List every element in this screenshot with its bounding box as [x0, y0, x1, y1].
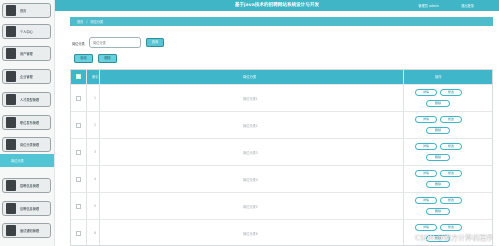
row-checkbox[interactable] — [76, 231, 81, 236]
row-category-name: 岗位分类1 — [243, 97, 258, 101]
column-header-actions: 操作 — [435, 75, 442, 79]
table-row: 5 岗位分类5 详情 修改 删除 — [71, 192, 492, 219]
table-row: 3 岗位分类3 详情 修改 删除 — [71, 138, 492, 165]
delete-button[interactable]: 删除 — [426, 100, 450, 107]
row-checkbox[interactable] — [76, 150, 81, 155]
column-header-name: 岗位分类 — [243, 75, 257, 79]
sidebar-item-talent-types[interactable]: 人才类型管理 — [2, 92, 51, 107]
app-root: 首页 个人中心 用户管理 企业管理 人才类型管理 职位发布管理 岗位分类管理 岗… — [0, 0, 499, 246]
detail-button[interactable]: 详情 — [415, 170, 437, 177]
edit-button[interactable]: 修改 — [440, 143, 462, 150]
table-row: 1 岗位分类1 详情 修改 删除 — [71, 84, 492, 111]
sidebar: 首页 个人中心 用户管理 企业管理 人才类型管理 职位发布管理 岗位分类管理 岗… — [0, 0, 55, 246]
detail-button[interactable]: 详情 — [415, 116, 437, 123]
row-checkbox[interactable] — [76, 177, 81, 182]
select-all-checkbox[interactable] — [76, 74, 81, 79]
home-icon — [6, 5, 16, 16]
batch-delete-button[interactable]: 删除 — [98, 54, 117, 63]
sidebar-item-interviews[interactable]: 面试通知管理 — [2, 223, 51, 238]
users-icon — [6, 48, 16, 59]
edit-button[interactable]: 修改 — [440, 224, 462, 231]
watermark: CSDN @南方计算机程序 — [414, 234, 493, 242]
sidebar-item-label: 用户管理 — [20, 52, 33, 56]
breadcrumb-home[interactable]: 首页 — [77, 19, 83, 24]
table-row: 4 岗位分类4 详情 修改 删除 — [71, 165, 492, 192]
delete-button[interactable]: 删除 — [426, 127, 450, 134]
row-index: 3 — [94, 150, 97, 154]
sidebar-item-job-categories[interactable]: 岗位分类管理 — [2, 137, 51, 152]
detail-button[interactable]: 详情 — [415, 143, 437, 150]
edit-button[interactable]: 修改 — [440, 170, 462, 177]
row-category-name: 岗位分类4 — [243, 178, 258, 182]
detail-button[interactable]: 详情 — [415, 89, 437, 96]
column-header-index: 索引 — [92, 75, 99, 79]
sidebar-subitem-label: 岗位分类 — [11, 159, 24, 163]
edit-button[interactable]: 修改 — [440, 89, 462, 96]
sidebar-item-label: 岗位分类管理 — [20, 143, 40, 147]
breadcrumb-separator: / — [86, 19, 88, 24]
row-index: 5 — [94, 204, 97, 208]
sidebar-item-label: 企业管理 — [20, 75, 33, 79]
search-button[interactable]: 查询 — [146, 38, 164, 47]
sidebar-item-profile[interactable]: 个人中心 — [2, 24, 51, 39]
table-row: 2 岗位分类2 详情 修改 删除 — [71, 111, 492, 138]
bell-icon — [6, 225, 16, 236]
sidebar-item-users[interactable]: 用户管理 — [2, 46, 51, 61]
detail-button[interactable]: 详情 — [415, 197, 437, 204]
add-button[interactable]: 新增 — [74, 54, 93, 63]
sidebar-item-recruitment[interactable]: 招聘信息管理 — [2, 178, 51, 193]
file-icon — [6, 203, 16, 214]
row-checkbox[interactable] — [76, 204, 81, 209]
row-category-name: 岗位分类2 — [243, 124, 258, 128]
row-category-name: 岗位分类5 — [243, 205, 258, 209]
row-index: 1 — [94, 96, 97, 100]
sidebar-subitem-job-category[interactable]: 岗位分类 — [0, 154, 54, 167]
logout-link[interactable]: 退出登录 — [461, 3, 474, 8]
folder-icon — [6, 139, 16, 150]
delete-button[interactable]: 删除 — [426, 154, 450, 161]
sidebar-item-companies[interactable]: 企业管理 — [2, 69, 51, 84]
row-category-name: 岗位分类3 — [243, 151, 258, 155]
list-icon — [6, 180, 16, 191]
sidebar-item-label: 职位发布管理 — [20, 121, 40, 125]
sidebar-item-label: 面试通知管理 — [20, 229, 40, 233]
delete-button[interactable]: 删除 — [426, 208, 450, 215]
detail-button[interactable]: 详情 — [415, 224, 437, 231]
building-icon — [6, 71, 16, 82]
delete-button[interactable]: 删除 — [426, 181, 450, 188]
row-index: 4 — [94, 177, 97, 181]
sidebar-item-label: 应聘信息管理 — [20, 207, 40, 211]
row-index: 6 — [94, 231, 97, 235]
top-bar: 基于java技术的招聘网站系统设计与开发 管理员 admin 退出登录 — [55, 0, 499, 11]
briefcase-icon — [6, 117, 16, 128]
user-icon — [6, 26, 16, 37]
sidebar-item-label: 首页 — [20, 9, 27, 13]
current-user: 管理员 admin — [418, 4, 439, 8]
sidebar-item-home[interactable]: 首页 — [2, 3, 51, 18]
breadcrumb-current: 岗位分类 — [90, 20, 104, 24]
edit-button[interactable]: 修改 — [440, 197, 462, 204]
sidebar-item-job-posts[interactable]: 职位发布管理 — [2, 115, 51, 130]
search-label: 岗位分类 — [72, 42, 85, 46]
table-header: 索引 岗位分类 操作 — [71, 70, 492, 84]
breadcrumb: 首页 / 岗位分类 — [70, 17, 493, 26]
sidebar-item-applications[interactable]: 应聘信息管理 — [2, 201, 51, 216]
row-index: 2 — [94, 123, 97, 127]
tag-icon — [6, 94, 16, 105]
sidebar-item-label: 人才类型管理 — [20, 98, 40, 102]
row-category-name: 岗位分类6 — [243, 232, 258, 236]
sidebar-item-label: 招聘信息管理 — [20, 184, 40, 188]
row-checkbox[interactable] — [76, 123, 81, 128]
search-input[interactable] — [89, 37, 141, 48]
edit-button[interactable]: 修改 — [440, 116, 462, 123]
sidebar-item-label: 个人中心 — [20, 30, 33, 34]
data-table: 索引 岗位分类 操作 1 岗位分类1 详情 修改 删除 2 岗位分类2 详情 修… — [70, 69, 493, 246]
row-checkbox[interactable] — [76, 96, 81, 101]
